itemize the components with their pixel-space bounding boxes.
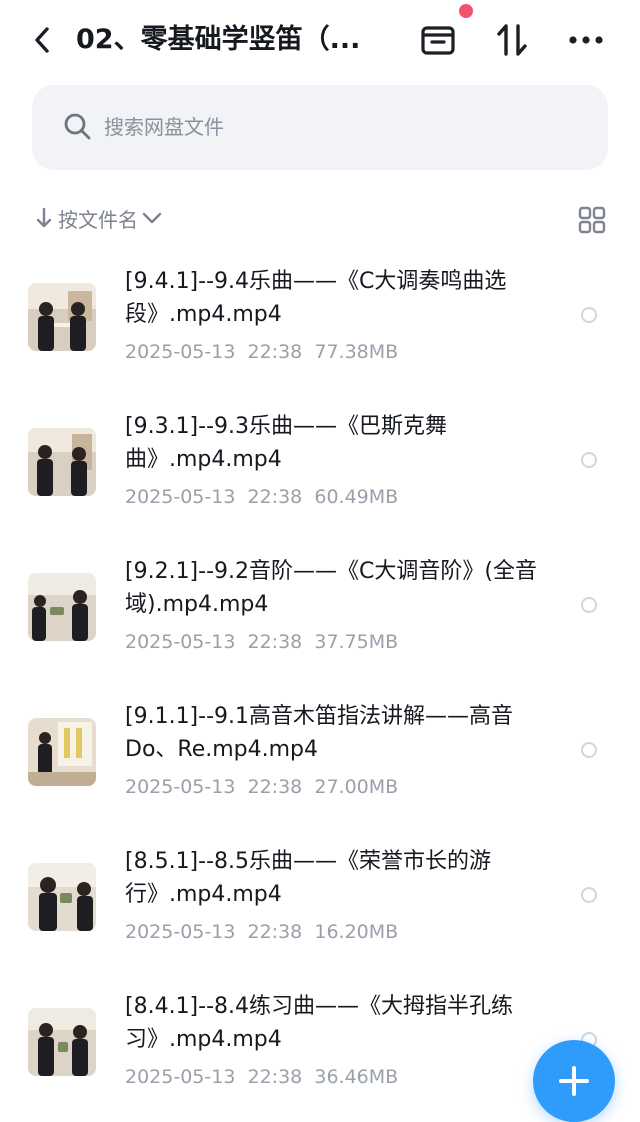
file-size: 60.49MB	[314, 486, 399, 508]
file-size: 36.46MB	[314, 1066, 399, 1088]
video-thumbnail	[28, 428, 96, 496]
file-item[interactable]: [9.3.1]--9.3乐曲——《巴斯克舞曲》.mp4.mp4 2025-05-…	[0, 390, 640, 535]
select-radio[interactable]	[581, 597, 597, 613]
video-thumbnail	[28, 718, 96, 786]
sort-button[interactable]	[494, 18, 530, 62]
file-size: 27.00MB	[314, 776, 399, 798]
more-icon	[569, 36, 603, 44]
file-date: 2025-05-13 22:38	[125, 776, 303, 798]
file-date: 2025-05-13 22:38	[125, 486, 303, 508]
select-radio[interactable]	[581, 742, 597, 758]
chevron-down-icon	[142, 212, 162, 224]
select-radio[interactable]	[581, 452, 597, 468]
select-radio[interactable]	[581, 887, 597, 903]
back-button[interactable]	[26, 22, 58, 58]
file-item[interactable]: [8.5.1]--8.5乐曲——《荣誉市长的游行》.mp4.mp4 2025-0…	[0, 825, 640, 970]
file-meta: 2025-05-13 22:38 27.00MB	[125, 776, 398, 798]
file-meta: 2025-05-13 22:38 36.46MB	[125, 1066, 398, 1088]
file-date: 2025-05-13 22:38	[125, 921, 303, 943]
file-size: 77.38MB	[314, 341, 399, 363]
file-meta: 2025-05-13 22:38 77.38MB	[125, 341, 398, 363]
search-input[interactable]	[104, 107, 574, 147]
video-thumbnail	[28, 283, 96, 351]
file-meta: 2025-05-13 22:38 37.75MB	[125, 631, 398, 653]
file-item[interactable]: [9.1.1]--9.1高音木笛指法讲解——高音Do、Re.mp4.mp4 20…	[0, 680, 640, 825]
file-name: [8.5.1]--8.5乐曲——《荣誉市长的游行》.mp4.mp4	[125, 849, 492, 907]
file-meta: 2025-05-13 22:38 60.49MB	[125, 486, 398, 508]
file-date: 2025-05-13 22:38	[125, 631, 303, 653]
file-size: 16.20MB	[314, 921, 399, 943]
file-item[interactable]: [9.2.1]--9.2音阶——《C大调音阶》(全音域).mp4.mp4 202…	[0, 535, 640, 680]
back-icon	[35, 27, 49, 53]
notification-badge	[459, 4, 473, 18]
top-bar: 02、零基础学竖笛（...	[0, 0, 640, 80]
archive-icon	[421, 26, 455, 55]
select-radio[interactable]	[581, 307, 597, 323]
file-date: 2025-05-13 22:38	[125, 341, 303, 363]
file-name: [9.4.1]--9.4乐曲——《C大调奏鸣曲选段》.mp4.mp4	[125, 269, 507, 327]
video-thumbnail	[28, 863, 96, 931]
page-title: 02、零基础学竖笛（...	[76, 24, 361, 55]
sort-label: 按文件名	[58, 207, 138, 232]
plus-icon	[559, 1066, 589, 1096]
file-name: [8.4.1]--8.4练习曲——《大拇指半孔练习》.mp4.mp4	[125, 994, 514, 1052]
search-icon	[64, 113, 91, 140]
grid-view-button[interactable]	[578, 206, 606, 234]
file-list: [9.4.1]--9.4乐曲——《C大调奏鸣曲选段》.mp4.mp4 2025-…	[0, 245, 640, 1115]
search-bar[interactable]	[32, 85, 608, 170]
file-meta: 2025-05-13 22:38 16.20MB	[125, 921, 398, 943]
file-size: 37.75MB	[314, 631, 399, 653]
sort-arrows-icon	[497, 24, 527, 56]
video-thumbnail	[28, 573, 96, 641]
file-name: [9.3.1]--9.3乐曲——《巴斯克舞曲》.mp4.mp4	[125, 414, 448, 472]
sort-selector[interactable]: 按文件名	[36, 200, 162, 236]
grid-view-icon	[578, 206, 606, 234]
video-thumbnail	[28, 1008, 96, 1076]
archive-button[interactable]	[418, 18, 458, 62]
add-button[interactable]	[533, 1040, 615, 1122]
file-name: [9.1.1]--9.1高音木笛指法讲解——高音Do、Re.mp4.mp4	[125, 704, 514, 762]
arrow-down-icon	[36, 207, 52, 228]
more-button[interactable]	[566, 18, 606, 62]
file-name: [9.2.1]--9.2音阶——《C大调音阶》(全音域).mp4.mp4	[125, 559, 537, 617]
file-item[interactable]: [9.4.1]--9.4乐曲——《C大调奏鸣曲选段》.mp4.mp4 2025-…	[0, 245, 640, 390]
file-date: 2025-05-13 22:38	[125, 1066, 303, 1088]
